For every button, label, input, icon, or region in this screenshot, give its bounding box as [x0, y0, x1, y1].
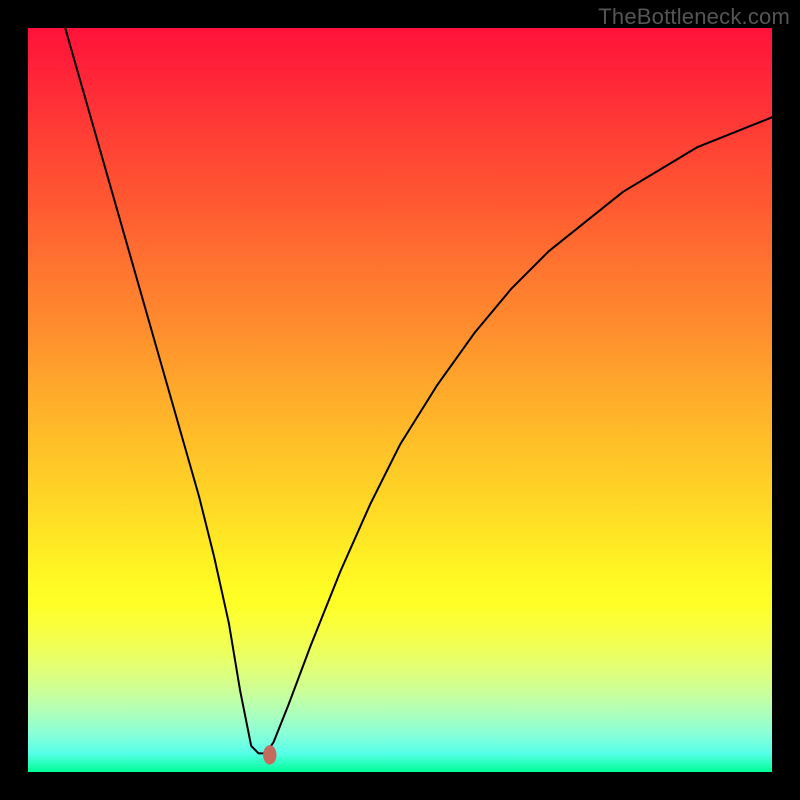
- minimum-marker: [263, 745, 276, 764]
- chart-frame: TheBottleneck.com: [0, 0, 800, 800]
- bottleneck-curve: [65, 28, 772, 753]
- curve-layer: [28, 28, 772, 772]
- watermark-text: TheBottleneck.com: [598, 4, 790, 30]
